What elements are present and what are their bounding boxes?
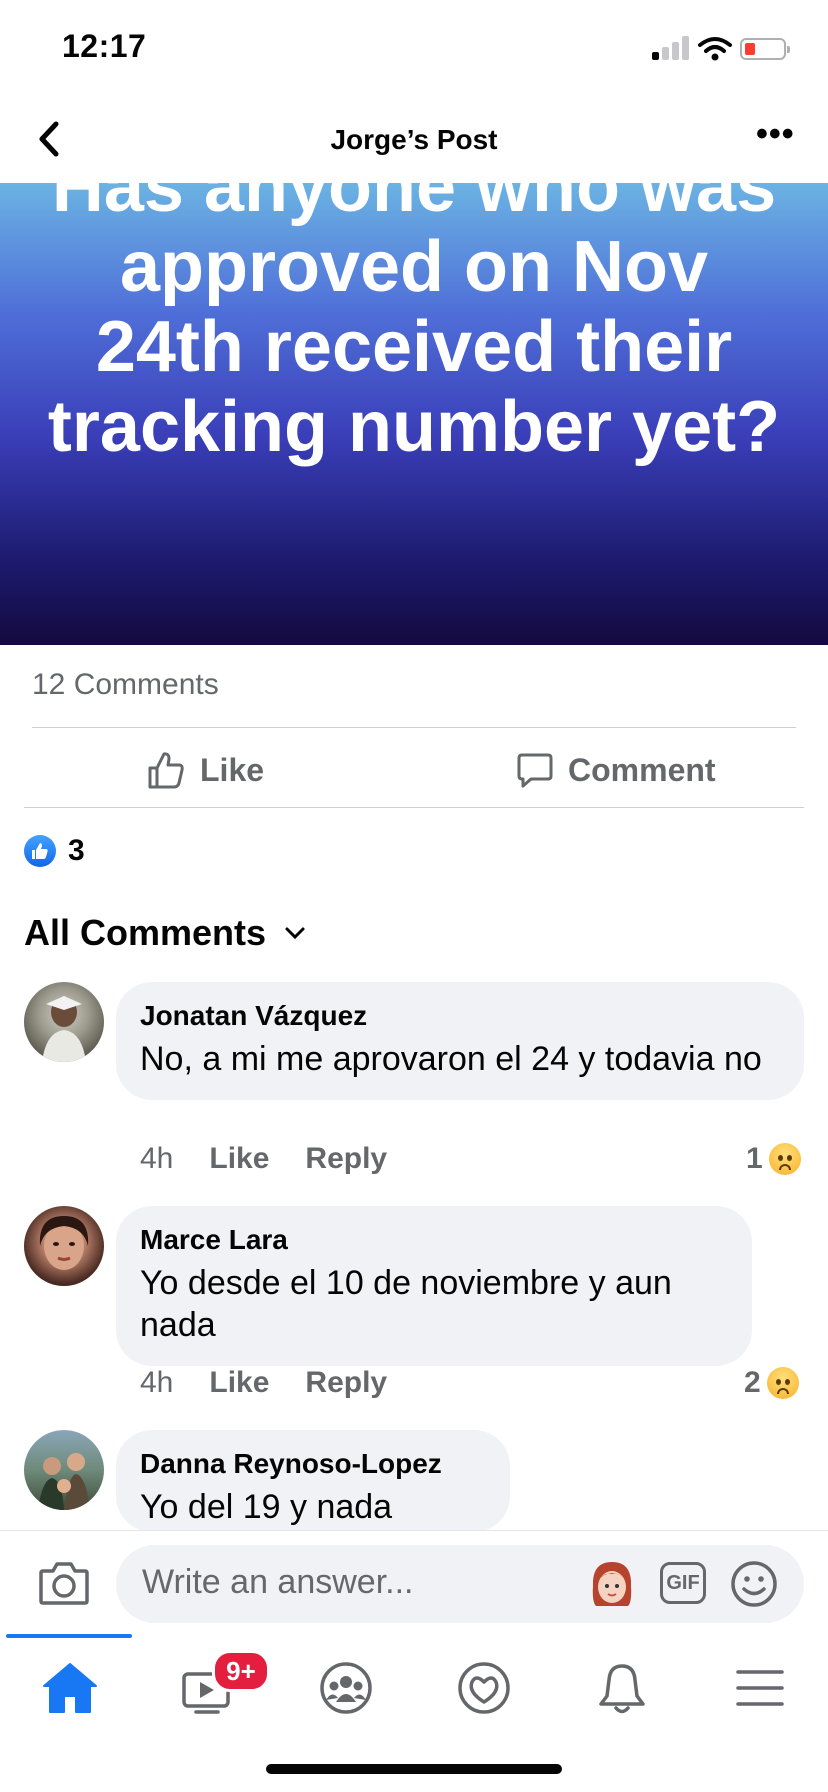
gif-button[interactable]: GIF <box>660 1562 706 1604</box>
all-comments-label: All Comments <box>24 912 267 953</box>
divider <box>24 807 804 808</box>
page-title: Jorge’s Post <box>330 124 498 155</box>
sad-reaction-icon <box>768 1143 801 1175</box>
comments-count[interactable]: 12 Comments <box>32 668 219 702</box>
commenter-name[interactable]: Danna Reynoso-Lopez <box>140 1448 484 1480</box>
active-tab-indicator <box>6 1634 132 1638</box>
gif-label: GIF <box>666 1571 700 1594</box>
sad-reaction-icon <box>766 1367 799 1399</box>
commenter-name[interactable]: Jonatan Vázquez <box>140 1000 778 1032</box>
comment-reactions[interactable]: 1 <box>746 1142 801 1176</box>
comment-label: Comment <box>568 751 716 788</box>
dating-icon[interactable] <box>454 1660 514 1716</box>
comment-bubble-icon <box>517 753 553 788</box>
thumbs-up-icon <box>148 752 184 789</box>
comment-like-button[interactable]: Like <box>209 1142 269 1176</box>
comment-text: Yo del 19 y nada <box>140 1488 393 1526</box>
comment-reactions[interactable]: 2 <box>744 1366 799 1400</box>
divider <box>32 727 796 728</box>
cellular-signal-icon <box>652 36 690 60</box>
commenter-name[interactable]: Marce Lara <box>140 1224 726 1256</box>
comment-time[interactable]: 4h <box>140 1142 173 1176</box>
post-text: Has anyone who was approved on Nov 24th … <box>47 183 781 467</box>
avatar[interactable] <box>24 1206 104 1286</box>
comment-text: No, a mi me aprovaron el 24 y todavia no <box>140 1040 762 1078</box>
battery-icon <box>740 38 790 60</box>
post-banner: Has anyone who was approved on Nov 24th … <box>0 183 828 645</box>
comment-bubble[interactable]: Danna Reynoso-Lopez Yo del 19 y nada <box>116 1430 510 1532</box>
comment-reaction-count: 1 <box>746 1142 763 1175</box>
status-time: 12:17 <box>62 28 147 64</box>
comment-time[interactable]: 4h <box>140 1366 173 1400</box>
like-label: Like <box>200 751 265 788</box>
notifications-icon[interactable] <box>592 1660 652 1716</box>
comment-button[interactable]: Comment <box>516 746 716 794</box>
avatar-sticker-icon[interactable] <box>588 1558 636 1608</box>
comment-bubble[interactable]: Marce Lara Yo desde el 10 de noviembre y… <box>116 1206 752 1366</box>
groups-icon[interactable] <box>316 1660 376 1716</box>
reaction-count: 3 <box>68 834 85 867</box>
chevron-down-icon <box>285 927 305 940</box>
menu-icon[interactable] <box>730 1660 790 1716</box>
home-indicator <box>266 1764 562 1774</box>
wifi-icon <box>698 37 732 61</box>
comment-bubble[interactable]: Jonatan Vázquez No, a mi me aprovaron el… <box>116 982 804 1100</box>
like-button[interactable]: Like <box>146 746 264 794</box>
comment-reply-button[interactable]: Reply <box>305 1366 387 1400</box>
comment-reaction-count: 2 <box>744 1366 761 1399</box>
avatar[interactable] <box>24 982 104 1062</box>
reaction-summary[interactable]: 3 <box>24 834 85 868</box>
more-options-icon[interactable]: ••• <box>756 117 804 156</box>
home-icon[interactable] <box>40 1660 100 1716</box>
avatar[interactable] <box>24 1430 104 1510</box>
all-comments-filter[interactable]: All Comments <box>24 912 306 954</box>
comment-meta: 4h Like Reply <box>140 1366 423 1400</box>
camera-icon[interactable] <box>38 1560 90 1606</box>
comment-reply-button[interactable]: Reply <box>305 1142 387 1176</box>
comment-like-button[interactable]: Like <box>209 1366 269 1400</box>
watch-badge: 9+ <box>212 1650 270 1692</box>
like-reaction-icon <box>24 835 56 867</box>
answer-placeholder: Write an answer... <box>142 1563 414 1601</box>
comment-meta: 4h Like Reply <box>140 1142 423 1176</box>
emoji-icon[interactable] <box>730 1560 778 1608</box>
comment-text: Yo desde el 10 de noviembre y aun nada <box>140 1264 672 1344</box>
